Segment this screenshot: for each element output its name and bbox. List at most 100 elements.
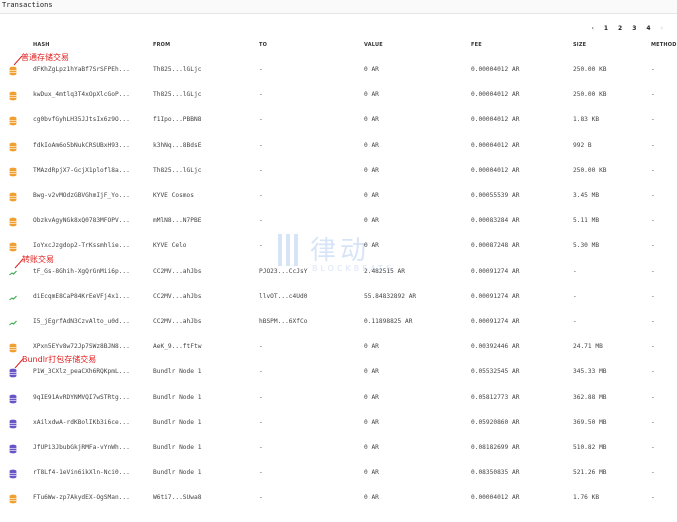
tx-from-link[interactable]: CC2MV...ahJbs (153, 293, 249, 300)
tx-from-link[interactable]: f1Ipo...PBBN8 (153, 116, 249, 123)
table-row[interactable]: dFKhZgLpz1hYaBf7SrSFPEh... Th825...lGLjc -… (0, 60, 677, 84)
tx-from-link[interactable]: Th825...lGLjc (153, 91, 249, 98)
tx-fee: 0.00004012 AR (471, 141, 520, 149)
tx-value: 2.482515 AR (364, 267, 405, 275)
tx-hash-link[interactable]: ObzkvAgyNGk8xQ0783MFOPV... (33, 217, 145, 224)
table-row[interactable]: JfUPi3JbubGkjRMFa-vYnWh... Bundlr Node 1 -… (0, 438, 677, 462)
title-bar: Transactions (0, 0, 677, 14)
tx-value: 0 AR (364, 141, 379, 149)
tx-size: 3.45 MB (573, 192, 600, 199)
tx-method: - (651, 444, 655, 451)
table-row[interactable]: TMAzdRpjX7-GcjX1plofl8a... Th825...lGLjc -… (0, 161, 677, 185)
tx-from-link[interactable]: Th825...lGLjc (153, 66, 249, 73)
table-row[interactable]: xAilxdwA-rdKBolIKb3i6ce... Bundlr Node 1 -… (0, 413, 677, 437)
tx-size: 510.82 MB (573, 444, 607, 451)
tx-value: 0 AR (364, 192, 379, 199)
table-row[interactable]: rT8Lf4-1eVin6ikXln-Nci0... Bundlr Node 1 -… (0, 463, 677, 487)
tx-hash-link[interactable]: I5_jEgrfAdN3CzvAlto_u0d... (33, 318, 145, 325)
prev-page-button[interactable]: ‹ (591, 25, 593, 32)
annotation-bundlr: Bundlr打包存储交易 (22, 355, 97, 364)
tx-from-link[interactable]: CC2MV...ahJbs (153, 268, 249, 275)
tx-from-link[interactable]: Bundlr Node 1 (153, 469, 249, 476)
tx-to-link: - (259, 217, 263, 225)
tx-hash-link[interactable]: cg0bvfGyhLH35JJtsIx6z9O... (33, 116, 145, 123)
tx-from-link[interactable]: Bundlr Node 1 (153, 444, 249, 451)
page-3-button[interactable]: 3 (632, 25, 636, 32)
tx-to-link[interactable]: llvOT...c4Ud0 (259, 293, 355, 300)
tx-value: 0 AR (364, 116, 379, 124)
tx-from-link[interactable]: k3hNq...8BdsE (153, 142, 249, 149)
tx-hash-link[interactable]: FTu6Ww-zp7AkydEX-OgSMan... (33, 494, 145, 501)
tx-method: - (651, 242, 655, 250)
table-row[interactable]: cg0bvfGyhLH35JJtsIx6z9O... f1Ipo...PBBN8 -… (0, 110, 677, 134)
tx-from-link[interactable]: KYVE Celo (153, 242, 249, 249)
table-row[interactable]: I5_jEgrfAdN3CzvAlto_u0d... CC2MV...ahJbs h… (0, 312, 677, 336)
table-row[interactable]: fdkIoAm6o5bNukCRSUBxH93... k3hNq...8BdsE -… (0, 136, 677, 160)
tx-from-link[interactable]: mMlN8...N7PBE (153, 217, 249, 224)
tx-to-link: - (259, 494, 263, 502)
tx-hash-link[interactable]: XPxn5EYv8w72Jp7SWz8BJN8... (33, 343, 145, 350)
pagination: ‹ 1 2 3 4 › (581, 22, 663, 34)
tx-value: 0 AR (364, 469, 379, 477)
tx-from-link[interactable]: Bundlr Node 1 (153, 368, 249, 375)
tx-hash-link[interactable]: xAilxdwA-rdKBolIKb3i6ce... (33, 419, 145, 426)
tx-size: 250.00 KB (573, 166, 607, 174)
tx-size: 345.33 MB (573, 368, 607, 376)
tx-from-link[interactable]: Bundlr Node 1 (153, 394, 249, 401)
table-row[interactable]: XPxn5EYv8w72Jp7SWz8BJN8... AeK_9...ftFtw -… (0, 337, 677, 361)
table-row[interactable]: P1W_3CXlz_peaCXh6RQKpmL... Bundlr Node 1 -… (0, 362, 677, 386)
table-row[interactable]: tF_Gs-8Ghih-XgQrGnMii6p... CC2MV...ahJbs P… (0, 262, 677, 286)
table-row[interactable]: IoYxcJzgdop2-TrKssmhlie... KYVE Celo - 0 AR… (0, 236, 677, 260)
page-1-button[interactable]: 1 (604, 25, 608, 32)
tx-fee: 0.00004012 AR (471, 66, 520, 73)
tx-size: - (573, 292, 577, 300)
tx-hash-link[interactable]: diEcqmE8CaP84KrEeVFj4x1... (33, 293, 145, 300)
tx-hash-link[interactable]: rT8Lf4-1eVin6ikXln-Nci0... (33, 469, 145, 476)
storage-icon (9, 91, 17, 101)
table-row[interactable]: diEcqmE8CaP84KrEeVFj4x1... CC2MV...ahJbs l… (0, 287, 677, 311)
tx-hash-link[interactable]: tF_Gs-8Ghih-XgQrGnMii6p... (33, 268, 145, 275)
tx-hash-link[interactable]: dFKhZgLpz1hYaBf7SrSFPEh... (33, 66, 145, 73)
tx-from-link[interactable]: KYVE Cosmos (153, 192, 249, 199)
tx-size: 362.88 MB (573, 393, 607, 401)
tx-size: 369.50 MB (573, 418, 607, 426)
tx-fee: 0.08182699 AR (471, 444, 520, 451)
tx-hash-link[interactable]: 9qIE91AvRDYNMVQI7wSTRtg... (33, 394, 145, 401)
tx-fee: 0.05920860 AR (471, 418, 520, 426)
header-value: VALUE (364, 42, 383, 48)
tx-from-link[interactable]: Bundlr Node 1 (153, 419, 249, 426)
tx-from-link[interactable]: AeK_9...ftFtw (153, 343, 249, 350)
tx-to-link: - (259, 66, 263, 73)
tx-hash-link[interactable]: P1W_3CXlz_peaCXh6RQKpmL... (33, 368, 145, 375)
tx-to-link[interactable]: hBSPM...6XfCo (259, 318, 355, 325)
tx-hash-link[interactable]: TMAzdRpjX7-GcjX1plofl8a... (33, 167, 145, 174)
tx-from-link[interactable]: CC2MV...ahJbs (153, 318, 249, 325)
tx-to-link: - (259, 469, 263, 477)
tx-method: - (651, 116, 655, 124)
tx-size: - (573, 267, 577, 275)
table-row[interactable]: FTu6Ww-zp7AkydEX-OgSMan... W6ti7...SUwa8 -… (0, 488, 677, 512)
tx-method: - (651, 494, 655, 502)
next-page-button[interactable]: › (661, 25, 663, 32)
tx-hash-link[interactable]: Bwg-v2vMOdzGBVGhmIjF_Yo... (33, 192, 145, 199)
tx-to-link: - (259, 343, 263, 351)
tx-value: 0 AR (364, 368, 379, 376)
tx-hash-link[interactable]: kwDux_4mtlq3T4xOpXlcGoP... (33, 91, 145, 98)
bundle-icon (9, 469, 17, 479)
table-row[interactable]: 9qIE91AvRDYNMVQI7wSTRtg... Bundlr Node 1 -… (0, 388, 677, 412)
tx-to-link[interactable]: PJO23...CcJsY (259, 268, 355, 275)
tx-hash-link[interactable]: IoYxcJzgdop2-TrKssmhlie... (33, 242, 145, 249)
page-2-button[interactable]: 2 (618, 25, 622, 32)
tx-from-link[interactable]: Th825...lGLjc (153, 167, 249, 174)
storage-icon (9, 167, 17, 177)
page-4-button[interactable]: 4 (646, 25, 650, 32)
table-row[interactable]: kwDux_4mtlq3T4xOpXlcGoP... Th825...lGLjc -… (0, 85, 677, 109)
tx-fee: 0.00004012 AR (471, 116, 520, 124)
table-row[interactable]: Bwg-v2vMOdzGBVGhmIjF_Yo... KYVE Cosmos - 0 … (0, 186, 677, 210)
tx-to-link: - (259, 368, 263, 376)
tx-from-link[interactable]: W6ti7...SUwa8 (153, 494, 249, 501)
tx-hash-link[interactable]: fdkIoAm6o5bNukCRSUBxH93... (33, 142, 145, 149)
tx-hash-link[interactable]: JfUPi3JbubGkjRMFa-vYnWh... (33, 444, 145, 451)
table-row[interactable]: ObzkvAgyNGk8xQ0783MFOPV... mMlN8...N7PBE -… (0, 211, 677, 235)
tx-fee: 0.00004012 AR (471, 166, 520, 174)
